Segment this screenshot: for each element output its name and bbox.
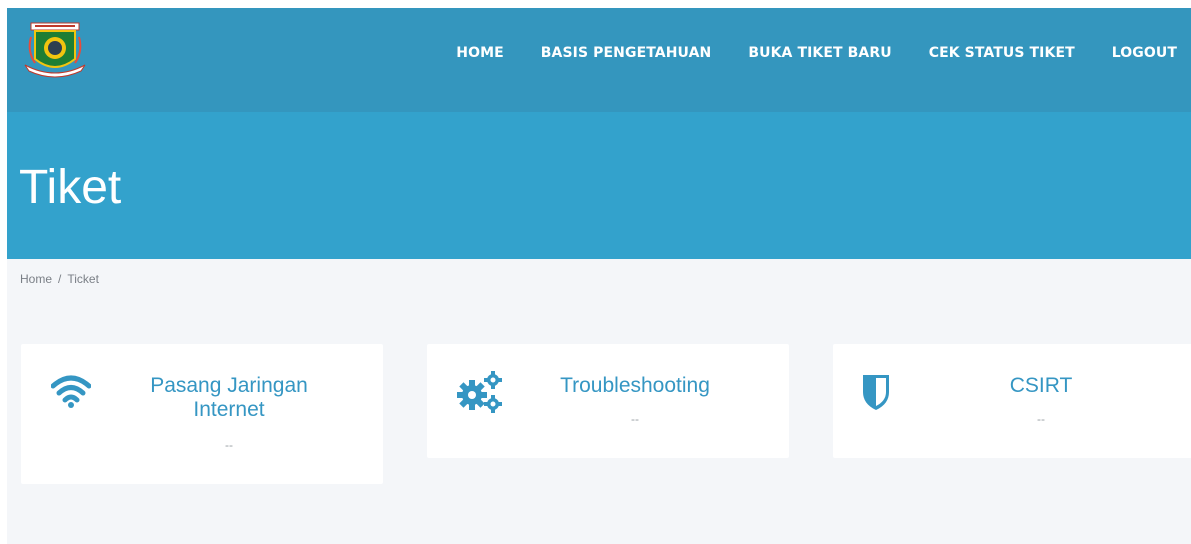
card-title: CSIRT	[1009, 374, 1073, 397]
top-navbar: HOME BASIS PENGETAHUAN BUKA TIKET BARU C…	[7, 8, 1191, 112]
wifi-icon	[50, 374, 92, 415]
nav-check-ticket-status[interactable]: CEK STATUS TIKET	[929, 45, 1075, 61]
category-card-csirt[interactable]: CSIRT --	[833, 344, 1191, 458]
page-hero: Tiket	[7, 112, 1191, 259]
nav-open-new-ticket[interactable]: BUKA TIKET BARU	[748, 45, 891, 61]
card-title: Troubleshooting	[560, 374, 710, 397]
nav-logout[interactable]: LOGOUT	[1112, 45, 1177, 61]
card-title: Pasang Jaringan Internet	[119, 374, 339, 422]
category-card-network-install[interactable]: Pasang Jaringan Internet --	[21, 344, 383, 484]
card-description: --	[1037, 412, 1045, 426]
breadcrumb-home[interactable]: Home	[20, 272, 52, 286]
card-title-line2: Internet	[193, 398, 265, 421]
breadcrumb-current: Ticket	[67, 272, 99, 286]
card-description: --	[225, 438, 233, 452]
nav-home[interactable]: HOME	[456, 45, 504, 61]
breadcrumb: Home / Ticket	[20, 272, 99, 286]
card-description: --	[631, 412, 639, 426]
page-title: Tiket	[19, 161, 122, 214]
card-title-line1: Pasang Jaringan	[150, 374, 308, 397]
main-nav: HOME BASIS PENGETAHUAN BUKA TIKET BARU C…	[419, 8, 1177, 97]
breadcrumb-separator: /	[58, 272, 62, 286]
shield-icon	[861, 372, 891, 417]
nav-knowledge-base[interactable]: BASIS PENGETAHUAN	[541, 45, 712, 61]
gears-icon	[455, 369, 505, 420]
emblem-icon	[24, 22, 86, 78]
site-logo[interactable]	[21, 21, 89, 83]
category-card-troubleshooting[interactable]: Troubleshooting --	[427, 344, 789, 458]
page: HOME BASIS PENGETAHUAN BUKA TIKET BARU C…	[7, 8, 1191, 544]
